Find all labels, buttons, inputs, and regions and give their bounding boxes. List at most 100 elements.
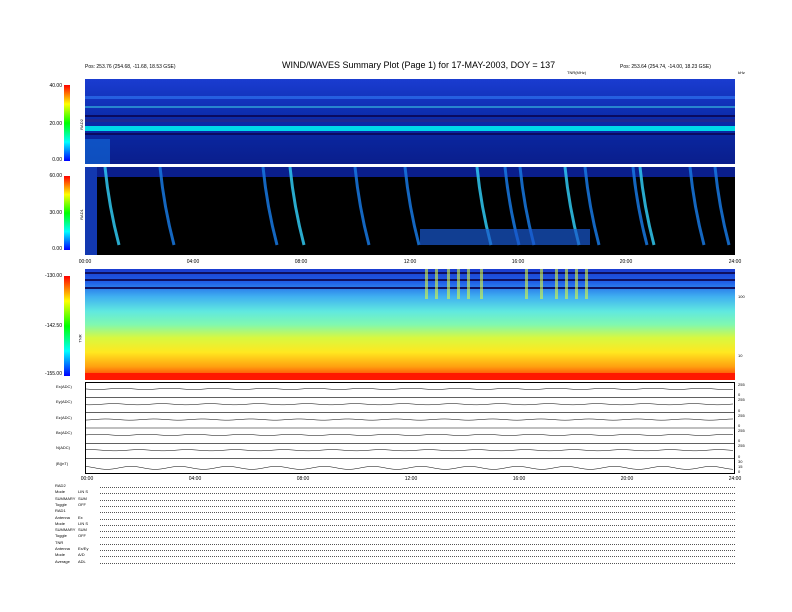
param-dotline: [100, 518, 735, 520]
line-panel-label: N(ADC): [56, 445, 70, 451]
param-value: OFF: [78, 533, 86, 539]
rad2-ytick-1: 20.00: [49, 121, 62, 127]
rad2-colorbar: [64, 85, 70, 161]
tnr-burst: [435, 269, 438, 299]
rad1-xtick-0: 00:00: [78, 259, 92, 265]
param-dotline: [100, 505, 735, 507]
line-panel-trace: [85, 466, 734, 470]
page-title: WIND/WAVES Summary Plot (Page 1) for 17-…: [282, 60, 556, 70]
line-panel-label: |B|(nT): [56, 460, 69, 466]
units-khz: kHz: [738, 70, 745, 75]
rad1-ytick-2: 0.00: [52, 246, 62, 252]
param-key: SUMMARY: [55, 495, 76, 501]
tnr-spectrogram: [85, 269, 735, 380]
line-panel-rtick: 255: [738, 428, 745, 433]
param-value: A/D: [78, 552, 85, 558]
param-dotline: [100, 493, 735, 495]
line-panel-label: Ez(ADC): [56, 414, 72, 420]
lp-xtick-5: 20:00: [620, 476, 634, 482]
rad2-band: [85, 133, 735, 135]
tnr-bg: [85, 269, 735, 380]
param-key: RAD2: [55, 483, 66, 488]
rad1-ytick-0: 60.00: [49, 173, 62, 179]
rad1-xtick-1: 04:00: [186, 259, 200, 265]
line-panel-label: Bx(ADC): [56, 430, 72, 435]
rad2-ytick-0: 40.00: [49, 83, 62, 89]
lp-xtick-2: 08:00: [296, 476, 310, 482]
tnr-burst: [575, 269, 578, 299]
rad1-top-band: [85, 167, 735, 177]
tnr-ytick-0: -130.00: [45, 273, 62, 279]
tnr-burst: [425, 269, 428, 299]
tnr-ytick-2: -155.00: [45, 371, 62, 377]
param-key: Toggle: [55, 501, 67, 507]
rad2-band: [85, 96, 735, 99]
lp-xtick-0: 00:00: [80, 476, 94, 482]
rad2-spectrogram-svg: [85, 79, 735, 164]
tnr-spectrogram-svg: [85, 269, 735, 380]
param-dotline: [100, 499, 735, 501]
rad1-ytick-1: 30.00: [49, 210, 62, 216]
param-dotline: [100, 562, 735, 564]
line-panel-trace: [85, 388, 734, 390]
tnr-burst: [565, 269, 568, 299]
line-panel-rtick: 0: [738, 469, 741, 474]
line-panel-rtick: 255: [738, 412, 745, 418]
rad1-label: RAD1: [78, 209, 84, 220]
tnr-ytick-1: -142.50: [45, 323, 62, 329]
param-key: TNR: [55, 539, 64, 545]
param-value: OFF: [78, 501, 86, 507]
rad1-xtick-3: 12:00: [403, 259, 417, 265]
rad1-left-band: [85, 167, 97, 255]
tnr-bottom: [85, 373, 735, 380]
rad1-colorbar: [64, 176, 70, 250]
rad1-burst-streak: [261, 166, 279, 246]
param-value: Ex/Ey: [78, 546, 89, 551]
param-dotline: [100, 550, 735, 551]
param-value: ADL: [78, 558, 86, 564]
tnr-burst: [480, 269, 483, 299]
rad2-label: RAD2: [78, 119, 84, 130]
line-panel-label: Ex(ADC): [56, 384, 72, 389]
tnr-band: [85, 279, 735, 281]
param-key: Mode: [55, 489, 66, 495]
rad2-band: [85, 106, 735, 108]
tnr-label: TNR: [77, 334, 83, 343]
header-left-pos: Pos: 253.76 (254.68, -11.68, 18.53 GSE): [85, 64, 176, 70]
rad1-spectrogram-svg: [85, 166, 735, 255]
lp-xtick-6: 24:00: [728, 476, 742, 482]
line-panel-trace: [85, 403, 734, 406]
param-dotline: [100, 556, 735, 558]
tnr-burst: [457, 269, 460, 299]
rad2-band: [85, 119, 735, 122]
rad1-burst-streak: [103, 166, 121, 246]
rad2-spectrogram: [85, 79, 735, 164]
param-key: Average: [55, 558, 70, 564]
rad1-xtick-5: 20:00: [619, 259, 633, 265]
rad1-noise-band: [420, 229, 590, 245]
tnr-burst: [585, 269, 588, 299]
line-panel-label: Ey(ADC): [56, 399, 72, 405]
param-value: LIN S: [78, 489, 89, 495]
tnr-burst: [447, 269, 450, 299]
rad1-burst-streak: [688, 166, 706, 246]
tnr-burst: [467, 269, 470, 299]
rad1-spectrogram: [85, 166, 735, 255]
rad2-ytick-2: 0.00: [52, 157, 62, 163]
param-value: LIN S: [78, 520, 89, 526]
tnr-mhz-label: TNR(MHz): [567, 70, 587, 75]
param-key: Mode: [55, 552, 66, 558]
line-panel-rtick: 255: [738, 443, 745, 449]
rad1-burst-streak: [403, 166, 421, 246]
rad1-burst-streak: [713, 166, 731, 246]
rad1-xtick-4: 16:00: [511, 259, 525, 265]
param-dotline: [100, 487, 735, 488]
line-panel-trace: [85, 418, 734, 421]
param-dotline: [100, 524, 735, 526]
tnr-burst: [525, 269, 528, 299]
param-value: SUM: [78, 495, 87, 501]
line-panel-trace: [85, 449, 734, 452]
lp-xtick-1: 04:00: [188, 476, 202, 482]
rad1-burst-streak: [353, 166, 371, 246]
param-value: SUM: [78, 527, 87, 533]
